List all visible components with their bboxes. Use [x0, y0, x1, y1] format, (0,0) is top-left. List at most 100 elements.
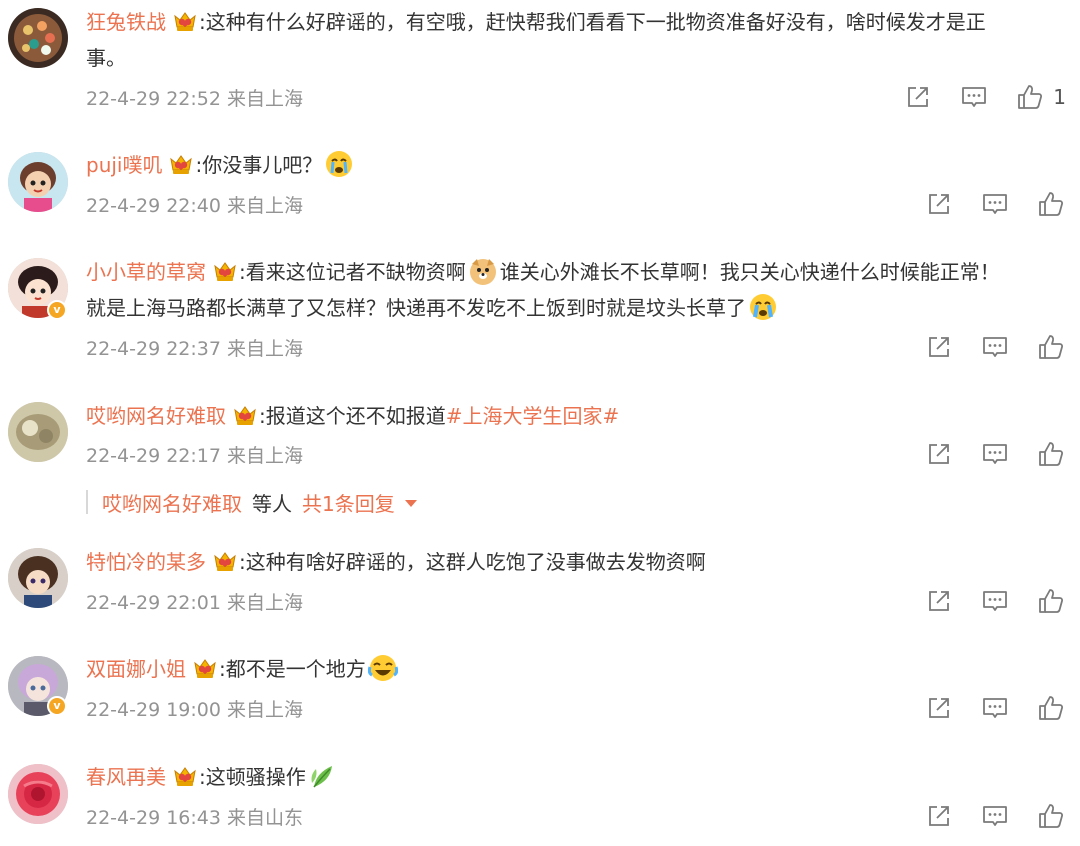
avatar[interactable]	[8, 8, 68, 68]
comment-actions	[898, 439, 1066, 469]
laughing-crying-emoji	[367, 655, 398, 681]
username-link[interactable]: puji噗叽	[86, 153, 162, 177]
comment-location: 来自上海	[227, 338, 304, 360]
comment-meta: 22-4-29 22:52 来自上海	[86, 84, 303, 111]
share-icon[interactable]	[924, 693, 954, 723]
username-link[interactable]: 春风再美	[86, 765, 166, 789]
reply-divider	[86, 490, 88, 514]
crown-badge-icon	[232, 403, 258, 427]
caret-down-icon[interactable]	[404, 499, 417, 507]
comment-text-after-emoji: 谁关心外滩长不长草啊！我只关心快递什么时候能正常！	[499, 260, 1000, 284]
verified-badge-icon: v	[47, 696, 67, 716]
comment-icon[interactable]	[980, 439, 1010, 469]
share-icon[interactable]	[924, 586, 954, 616]
comment-icon[interactable]	[980, 332, 1010, 362]
comment-text: :都不是一个地方	[219, 657, 366, 681]
avatar[interactable]	[8, 548, 68, 608]
comment-icon[interactable]	[959, 82, 989, 112]
crown-badge-icon	[168, 152, 194, 176]
like-icon[interactable]	[1015, 82, 1045, 112]
username-link[interactable]: 哎哟网名好难取	[86, 404, 226, 428]
crown-badge-icon	[172, 764, 198, 788]
comment-time: 22-4-29 22:01	[86, 592, 221, 614]
share-icon[interactable]	[924, 801, 954, 831]
comment-text-line: 春风再美 :这顿骚操作	[86, 759, 1056, 795]
like-icon[interactable]	[1036, 189, 1066, 219]
comment-meta: 22-4-29 16:43 来自山东	[86, 803, 303, 830]
username-link[interactable]: 狂兔铁战	[86, 10, 166, 34]
comment-text: :你没事儿吧？	[195, 153, 323, 177]
comment-time: 22-4-29 22:40	[86, 195, 221, 217]
username-link[interactable]: 特怕冷的某多	[86, 550, 206, 574]
reply-count-link[interactable]: 共1条回复	[302, 488, 395, 517]
verified-badge-icon: v	[47, 300, 67, 320]
comment-meta: 22-4-29 19:00 来自上海	[86, 695, 303, 722]
comment-location: 来自上海	[227, 445, 304, 467]
comment-text-line: 哎哟网名好难取 :报道这个还不如报道#上海大学生回家#	[86, 398, 1056, 434]
comment-text-line: 双面娜小姐 :都不是一个地方	[86, 651, 1056, 687]
share-icon[interactable]	[924, 439, 954, 469]
comment-meta: 22-4-29 22:37 来自上海	[86, 334, 303, 361]
crown-badge-icon	[212, 259, 238, 283]
comment-actions	[898, 586, 1066, 616]
like-icon[interactable]	[1036, 693, 1066, 723]
comment-location: 来自上海	[227, 195, 304, 217]
comment-text-line: 小小草的草窝 :看来这位记者不缺物资啊 谁关心外滩长不长草啊！我只关心快递什么时候能…	[86, 254, 1056, 290]
crying-face-emoji	[326, 151, 353, 177]
comment-text-line: 特怕冷的某多 :这种有啥好辟谣的，这群人吃饱了没事做去发物资啊	[86, 544, 1056, 580]
doge-emoji	[469, 259, 496, 285]
reply-username-link[interactable]: 哎哟网名好难取	[102, 488, 242, 517]
comment-icon[interactable]	[980, 693, 1010, 723]
avatar[interactable]	[8, 764, 68, 824]
share-icon[interactable]	[924, 189, 954, 219]
like-icon[interactable]	[1036, 332, 1066, 362]
comment-text: :报道这个还不如报道	[259, 404, 446, 428]
avatar[interactable]	[8, 152, 68, 212]
crying-face-emoji	[750, 294, 776, 320]
comment-time: 22-4-29 16:43	[86, 807, 221, 829]
comment-icon[interactable]	[980, 586, 1010, 616]
comment-time: 22-4-29 19:00	[86, 699, 221, 721]
comment-text-continued: 事。	[86, 46, 126, 70]
comment-actions	[898, 332, 1066, 362]
comment-icon[interactable]	[980, 189, 1010, 219]
comment-meta: 22-4-29 22:01 来自上海	[86, 588, 303, 615]
comment-text: :这种有啥好辟谣的，这群人吃饱了没事做去发物资啊	[239, 550, 706, 574]
comment-actions: 1	[877, 82, 1066, 112]
comment-location: 来自上海	[227, 592, 304, 614]
like-icon[interactable]	[1036, 439, 1066, 469]
username-link[interactable]: 双面娜小姐	[86, 657, 186, 681]
topic-hashtag-link[interactable]: #上海大学生回家#	[446, 404, 620, 428]
share-icon[interactable]	[903, 82, 933, 112]
comment-text: :这顿骚操作	[199, 765, 306, 789]
comment-text-continued: 就是上海马路都长满草了又怎样？快递再不发吃不上饭到时就是坟头长草了	[86, 296, 746, 320]
comment-text-line: 就是上海马路都长满草了又怎样？快递再不发吃不上饭到时就是坟头长草了	[86, 290, 1056, 326]
comment-text-line: 事。	[86, 40, 1056, 76]
comment-text: :看来这位记者不缺物资啊	[239, 260, 466, 284]
comment-meta: 22-4-29 22:17 来自上海	[86, 441, 303, 468]
comment-text-line: puji噗叽 :你没事儿吧？	[86, 147, 1056, 183]
comment-location: 来自上海	[227, 88, 304, 110]
avatar[interactable]	[8, 402, 68, 462]
leaf-emoji	[311, 766, 332, 788]
share-icon[interactable]	[924, 332, 954, 362]
comment-time: 22-4-29 22:17	[86, 445, 221, 467]
crown-badge-icon	[212, 549, 238, 573]
crown-badge-icon	[192, 656, 218, 680]
like-count: 1	[1053, 85, 1066, 109]
comment-actions	[898, 801, 1066, 831]
reply-others-text: 等人	[252, 491, 292, 516]
reply-summary[interactable]: 哎哟网名好难取 等人 共1条回复	[86, 486, 417, 518]
comment-location: 来自上海	[227, 699, 304, 721]
comment-icon[interactable]	[980, 801, 1010, 831]
comment-text: :这种有什么好辟谣的，有空哦，赶快帮我们看看下一批物资准备好没有，啥时候发才是正	[199, 10, 986, 34]
comment-meta: 22-4-29 22:40 来自上海	[86, 191, 303, 218]
comment-time: 22-4-29 22:37	[86, 338, 221, 360]
crown-badge-icon	[172, 9, 198, 33]
like-icon[interactable]	[1036, 801, 1066, 831]
username-link[interactable]: 小小草的草窝	[86, 260, 206, 284]
comment-location: 来自山东	[227, 807, 304, 829]
comment-actions	[898, 189, 1066, 219]
comment-time: 22-4-29 22:52	[86, 88, 221, 110]
like-icon[interactable]	[1036, 586, 1066, 616]
